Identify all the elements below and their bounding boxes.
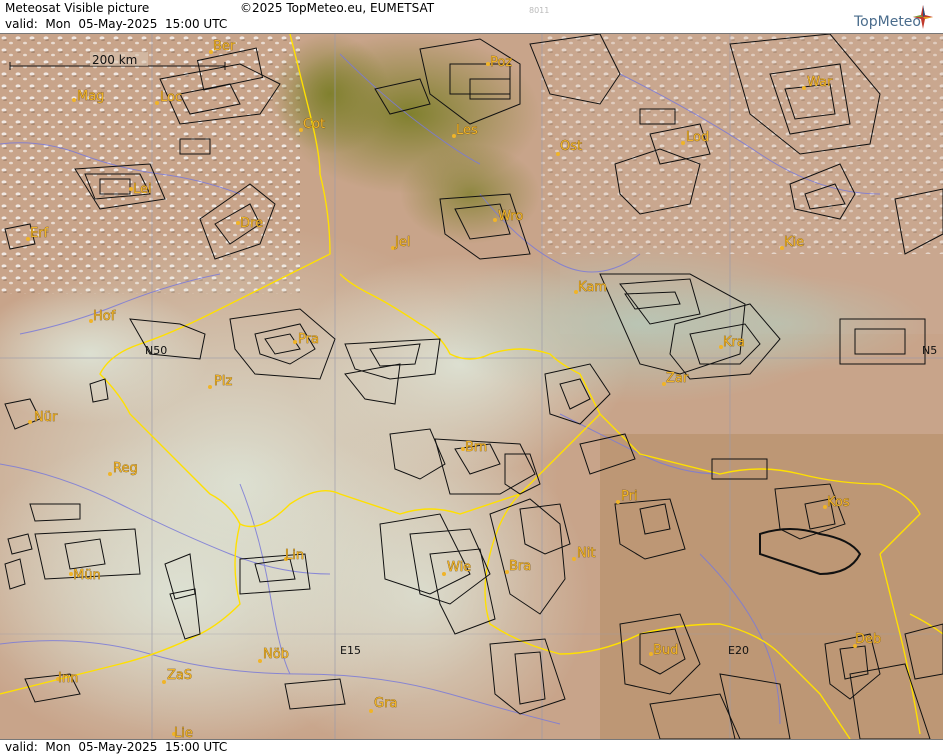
image-title: Meteosat Visible picture	[5, 1, 150, 15]
city-label: Lod	[686, 130, 709, 145]
city-label: Nöb	[263, 647, 289, 662]
city-label: Poz	[490, 55, 512, 70]
city-label: Zar	[666, 371, 689, 386]
city-label: Wie	[447, 560, 471, 575]
city-marker[interactable]: Kos	[823, 495, 850, 510]
city-label: Wro	[498, 209, 523, 224]
city-marker[interactable]: Brn	[461, 440, 488, 455]
satellite-map-viewer: Meteosat Visible picture valid: Mon 05-M…	[0, 0, 943, 754]
city-label: Cot	[303, 117, 325, 132]
city-marker[interactable]: Wie	[442, 560, 471, 576]
city-marker[interactable]: Hof	[89, 309, 116, 324]
valid-time-top: valid: Mon 05-May-2025 15:00 UTC	[5, 17, 228, 31]
city-label: Lie	[174, 726, 193, 739]
header-bar: Meteosat Visible picture valid: Mon 05-M…	[0, 0, 943, 34]
city-marker[interactable]: Bud	[649, 643, 679, 658]
city-marker[interactable]: Lod	[681, 130, 710, 145]
city-marker[interactable]: Lei	[129, 182, 152, 197]
city-marker[interactable]: Kie	[780, 235, 804, 250]
city-label: Deb	[855, 632, 881, 647]
city-label: War	[807, 75, 833, 90]
city-marker[interactable]: Poz	[486, 55, 513, 70]
map-area[interactable]: 200 km N50 N5 E15 E20 Ber Poz War Mag Lo…	[0, 34, 943, 739]
city-label: Plz	[214, 374, 232, 389]
city-label: Dre	[240, 216, 263, 231]
copyright-notice: ©2025 TopMeteo.eu, EUMETSAT	[240, 1, 435, 15]
lon-label-e15: E15	[340, 644, 361, 657]
city-marker[interactable]: Mag	[72, 89, 105, 104]
city-marker[interactable]: Les	[452, 123, 478, 138]
city-marker[interactable]: Erf	[26, 226, 49, 241]
city-marker[interactable]: Reg	[108, 461, 138, 476]
city-marker[interactable]: Zar	[662, 371, 689, 386]
city-label: Mün	[73, 568, 101, 583]
city-label: Jel	[394, 235, 410, 250]
city-marker[interactable]: Gra	[369, 696, 398, 713]
city-label: Kra	[723, 335, 745, 350]
city-label: Gra	[374, 696, 397, 711]
city-label: Lin	[285, 548, 304, 563]
city-label: Nit	[577, 546, 595, 561]
city-marker[interactable]: Inn	[56, 671, 79, 686]
city-label: Nür	[34, 410, 58, 425]
city-label: Ost	[560, 139, 582, 154]
city-marker[interactable]: Kam	[574, 280, 607, 295]
city-label: Bud	[653, 643, 678, 658]
logo-text: TopMeteo	[854, 14, 921, 30]
lat-label-n50-right: N5	[922, 344, 937, 357]
city-label: Ber	[213, 39, 236, 54]
city-label: ZaS	[167, 668, 192, 683]
city-label: Brn	[465, 440, 487, 455]
city-label: Les	[456, 123, 478, 138]
city-marker[interactable]: Mün	[69, 568, 101, 583]
city-marker[interactable]: Dre	[236, 216, 263, 231]
satellite-image: 200 km N50 N5 E15 E20 Ber Poz War Mag Lo…	[0, 34, 943, 739]
city-marker[interactable]: Deb	[853, 632, 882, 648]
city-marker[interactable]: Ber	[209, 39, 236, 54]
city-marker[interactable]: Lie	[172, 726, 193, 739]
city-marker[interactable]: Lin	[284, 548, 304, 563]
city-label: Loc	[160, 90, 182, 105]
city-label: Kie	[784, 235, 804, 250]
footer-bar: valid: Mon 05-May-2025 15:00 UTC	[0, 739, 943, 754]
valid-time-bottom: valid: Mon 05-May-2025 15:00 UTC	[5, 740, 228, 754]
city-label: Pri	[621, 489, 638, 504]
city-label: Mag	[77, 89, 104, 104]
city-label: Erf	[30, 226, 49, 241]
city-label: Bra	[509, 559, 531, 574]
city-label: Pra	[298, 332, 319, 347]
lat-label-n50: N50	[145, 344, 167, 357]
city-label: Reg	[113, 461, 138, 476]
city-marker[interactable]: War	[802, 75, 833, 90]
city-marker[interactable]: Ost	[556, 139, 582, 156]
city-label: Inn	[58, 671, 78, 686]
city-marker[interactable]: Loc	[155, 90, 182, 105]
city-marker[interactable]: ZaS	[162, 668, 192, 684]
city-marker[interactable]: Cot	[299, 117, 325, 132]
city-marker[interactable]: Nöb	[258, 647, 289, 663]
image-code: 8011	[529, 6, 550, 15]
city-label: Kos	[827, 495, 850, 510]
scale-label: 200 km	[92, 53, 137, 67]
city-label: Hof	[93, 309, 116, 324]
city-marker[interactable]: Kra	[719, 335, 745, 350]
lon-label-e20: E20	[728, 644, 749, 657]
city-label: Kam	[578, 280, 607, 295]
city-marker[interactable]: Bra	[505, 559, 532, 574]
city-label: Lei	[133, 182, 152, 197]
city-marker[interactable]: Wro	[493, 209, 524, 224]
